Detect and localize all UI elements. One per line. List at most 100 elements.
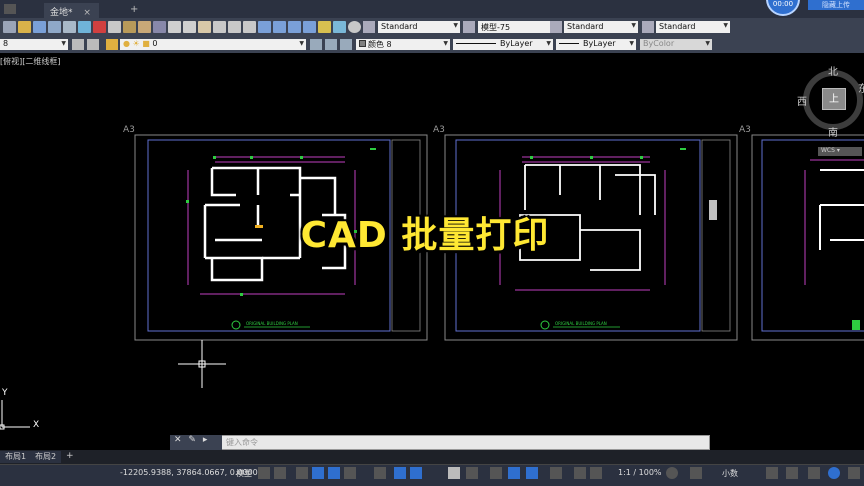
polar-icon[interactable]: [328, 467, 340, 479]
command-input[interactable]: 键入命令: [226, 435, 258, 448]
menu-icon[interactable]: [4, 4, 16, 14]
selection-cycling-icon[interactable]: [466, 467, 478, 479]
lineweight-icon[interactable]: [410, 467, 422, 479]
layer-previous-icon[interactable]: [325, 39, 337, 50]
workspace-icon[interactable]: [87, 39, 99, 50]
close-icon[interactable]: ✕: [174, 435, 182, 445]
zoom-previous-icon[interactable]: [243, 21, 256, 33]
add-tab-button[interactable]: +: [130, 4, 138, 15]
grid-icon[interactable]: [258, 467, 270, 479]
settings-icon[interactable]: [72, 39, 84, 50]
dim-style-select[interactable]: 模型-75▼: [478, 21, 560, 33]
auto-scale-icon[interactable]: [574, 467, 586, 479]
copy-icon[interactable]: [108, 21, 121, 33]
sheet-label: A3: [433, 125, 445, 135]
add-layout-button[interactable]: +: [66, 451, 74, 461]
plan-title: ORIGINAL BUILDING PLAN: [555, 321, 607, 326]
gizmo-icon[interactable]: [526, 467, 538, 479]
linetype-select[interactable]: ByLayer ▼: [453, 39, 553, 50]
layout-tab[interactable]: 布局2: [30, 451, 62, 463]
layout-tab[interactable]: 布局1: [0, 451, 32, 463]
wcs-menu[interactable]: WCS ▾: [818, 147, 862, 156]
viewport-label[interactable]: [俯视][二维线框]: [0, 56, 60, 67]
properties-icon[interactable]: [258, 21, 271, 33]
isolate-objects-icon[interactable]: [808, 467, 820, 479]
block-icon[interactable]: [153, 21, 166, 33]
customize-icon[interactable]: [848, 467, 860, 479]
plotstyle-select[interactable]: ByColor ▼: [640, 39, 712, 50]
compass-east[interactable]: 东: [858, 80, 864, 95]
preview-icon[interactable]: [63, 21, 76, 33]
close-icon[interactable]: ×: [83, 8, 91, 18]
command-line-controls: ✕ ✎ ▸: [170, 435, 222, 450]
annotation-scale-select[interactable]: 1:1 / 100%: [618, 468, 662, 477]
design-center-icon[interactable]: [273, 21, 286, 33]
units-select[interactable]: 小数: [722, 468, 738, 479]
zoom-realtime-icon[interactable]: [213, 21, 226, 33]
paste-icon[interactable]: [123, 21, 136, 33]
sheet-label: A3: [123, 125, 135, 135]
table-style-select[interactable]: Standard ▼: [564, 21, 638, 33]
text-style-select[interactable]: Standard ▼: [378, 21, 460, 33]
model-space-button[interactable]: 模型: [236, 468, 252, 479]
workspace-select[interactable]: 8 ▼: [0, 39, 68, 50]
sheet-set-icon[interactable]: [303, 21, 316, 33]
compass-south[interactable]: 南: [828, 124, 838, 139]
annotation-monitor-icon[interactable]: [690, 467, 702, 479]
ucs-icon: [0, 400, 30, 430]
layers-properties-toolbar: 8 ▼ ● ☀ ■ 0 ▼ 颜色 8 ▼ ByLayer ▼ ByLayer ▼ ByCo…: [0, 37, 864, 53]
recent-commands-icon[interactable]: ▸: [203, 435, 208, 445]
match-prop-icon[interactable]: [138, 21, 151, 33]
infer-icon[interactable]: [296, 467, 308, 479]
cloud-upload-button[interactable]: 隐藏上传: [808, 0, 864, 10]
mleader-style-select[interactable]: Standard ▼: [656, 21, 730, 33]
pan-icon[interactable]: [198, 21, 211, 33]
dynamic-ucs-icon[interactable]: [490, 467, 502, 479]
crosshair: [178, 340, 226, 388]
layer-manager-icon[interactable]: [106, 39, 118, 50]
overlay-title: CAD 批量打印: [300, 215, 550, 256]
layer-select[interactable]: ● ☀ ■ 0 ▼: [120, 39, 306, 50]
viewcube-top-face[interactable]: 上: [822, 88, 846, 110]
layer-state-icon[interactable]: [340, 39, 352, 50]
wrench-icon[interactable]: ✎: [188, 435, 196, 445]
color-select[interactable]: 颜色 8 ▼: [356, 39, 450, 50]
save-icon[interactable]: [33, 21, 46, 33]
annotation-visibility-icon[interactable]: [550, 467, 562, 479]
transparency-icon[interactable]: [448, 467, 460, 479]
quick-properties-icon[interactable]: [766, 467, 778, 479]
cut-icon[interactable]: [93, 21, 106, 33]
make-current-icon[interactable]: [310, 39, 322, 50]
mleader-style-icon: [642, 21, 654, 33]
open-file-icon[interactable]: [18, 21, 31, 33]
sheet-label: A3: [739, 125, 751, 135]
undo-icon[interactable]: [168, 21, 181, 33]
compass-west[interactable]: 西: [797, 93, 807, 108]
selection-filter-icon[interactable]: [508, 467, 520, 479]
snap-icon[interactable]: [274, 467, 286, 479]
markup-icon[interactable]: [318, 21, 331, 33]
lock-ui-icon[interactable]: [786, 467, 798, 479]
ucs-x-label: X: [33, 420, 40, 430]
workspace-switch-icon[interactable]: [666, 467, 678, 479]
annotation-scale-icon[interactable]: [590, 467, 602, 479]
standard-toolbar: Standard▼ 模型-75▼ Standard▼ Standard▼: [0, 18, 864, 37]
tool-palette-icon[interactable]: [288, 21, 301, 33]
zoom-window-icon[interactable]: [228, 21, 241, 33]
publish-icon[interactable]: [78, 21, 91, 33]
ortho-icon[interactable]: [312, 467, 324, 479]
calculator-icon[interactable]: [333, 21, 346, 33]
isodraft-icon[interactable]: [344, 467, 356, 479]
print-icon[interactable]: [48, 21, 61, 33]
compass-north[interactable]: 北: [828, 63, 838, 78]
tab-document[interactable]: 金地* ×: [44, 3, 99, 18]
redo-icon[interactable]: [183, 21, 196, 33]
plan-title: ORIGINAL BUILDING PLAN: [246, 321, 298, 326]
osnap-tracking-icon[interactable]: [374, 467, 386, 479]
osnap-icon[interactable]: [394, 467, 406, 479]
hardware-accel-icon[interactable]: [828, 467, 840, 479]
help-icon[interactable]: [348, 21, 361, 33]
new-file-icon[interactable]: [3, 21, 16, 33]
sheet-3: [751, 134, 864, 341]
lineweight-select[interactable]: ByLayer ▼: [556, 39, 636, 50]
